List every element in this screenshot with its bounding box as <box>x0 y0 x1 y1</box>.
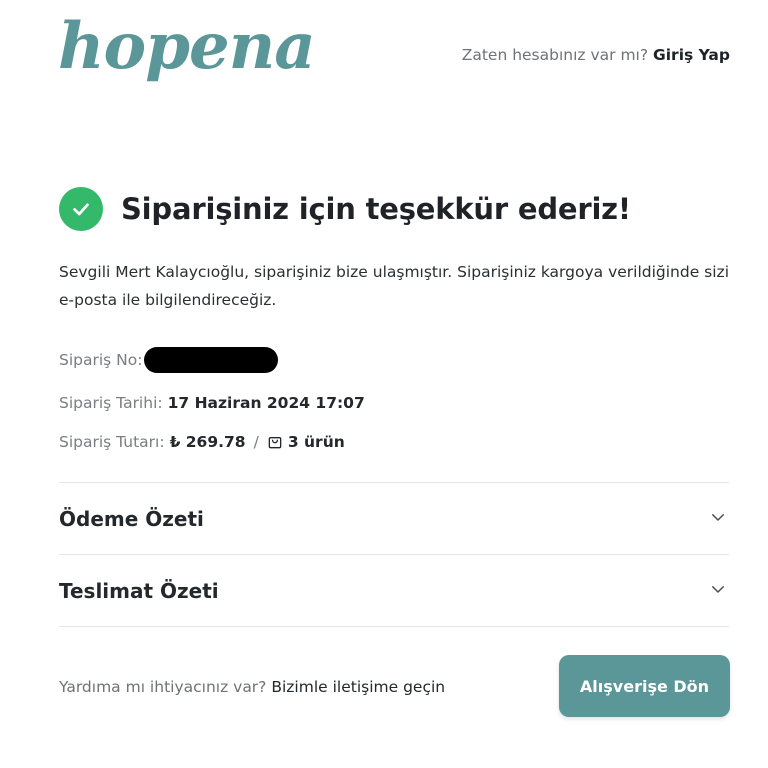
order-total-value: ₺ 269.78 <box>169 433 246 451</box>
chevron-down-icon <box>709 580 727 602</box>
help-prompt: Yardıma mı ihtiyacınız var? <box>59 678 267 696</box>
login-link[interactable]: Giriş Yap <box>653 46 730 64</box>
back-to-shopping-button[interactable]: Alışverişe Dön <box>559 655 730 717</box>
delivery-summary-accordion[interactable]: Teslimat Özeti <box>59 554 729 627</box>
order-items-count: 3 ürün <box>287 433 345 451</box>
accordion-divider <box>59 626 729 627</box>
login-prompt-text: Zaten hesabınız var mı? <box>461 46 649 64</box>
order-total-row: Sipariş Tutarı: ₺ 269.78 / 3 ürün <box>59 431 345 453</box>
chevron-down-icon <box>709 508 727 530</box>
order-separator: / <box>253 433 259 451</box>
order-date-value: 17 Haziran 2024 17:07 <box>167 394 365 412</box>
payment-summary-title: Ödeme Özeti <box>59 507 204 531</box>
shopping-bag-icon <box>267 434 283 450</box>
order-date-row: Sipariş Tarihi: 17 Haziran 2024 17:07 <box>59 392 365 414</box>
confirmation-title-row: Siparişiniz için teşekkür ederiz! <box>59 186 631 232</box>
login-prompt-line: Zaten hesabınız var mı? Giriş Yap <box>462 44 730 66</box>
order-number-redacted <box>144 347 279 373</box>
order-number-label: Sipariş No: <box>59 351 143 369</box>
confirmation-message: Sevgili Mert Kalaycıoğlu, siparişiniz bi… <box>59 263 730 309</box>
order-total-label: Sipariş Tutarı: <box>59 433 165 451</box>
order-number-row: Sipariş No: <box>59 347 279 373</box>
brand-logo[interactable]: hopena <box>58 4 316 90</box>
contact-us-link[interactable]: Bizimle iletişime geçin <box>271 678 445 696</box>
page-title: Siparişiniz için teşekkür ederiz! <box>121 192 631 226</box>
help-line: Yardıma mı ihtiyacınız var? Bizimle ilet… <box>59 676 445 698</box>
delivery-summary-title: Teslimat Özeti <box>59 579 219 603</box>
check-circle-icon <box>59 187 103 231</box>
payment-summary-accordion[interactable]: Ödeme Özeti <box>59 482 729 555</box>
order-date-label: Sipariş Tarihi: <box>59 394 163 412</box>
